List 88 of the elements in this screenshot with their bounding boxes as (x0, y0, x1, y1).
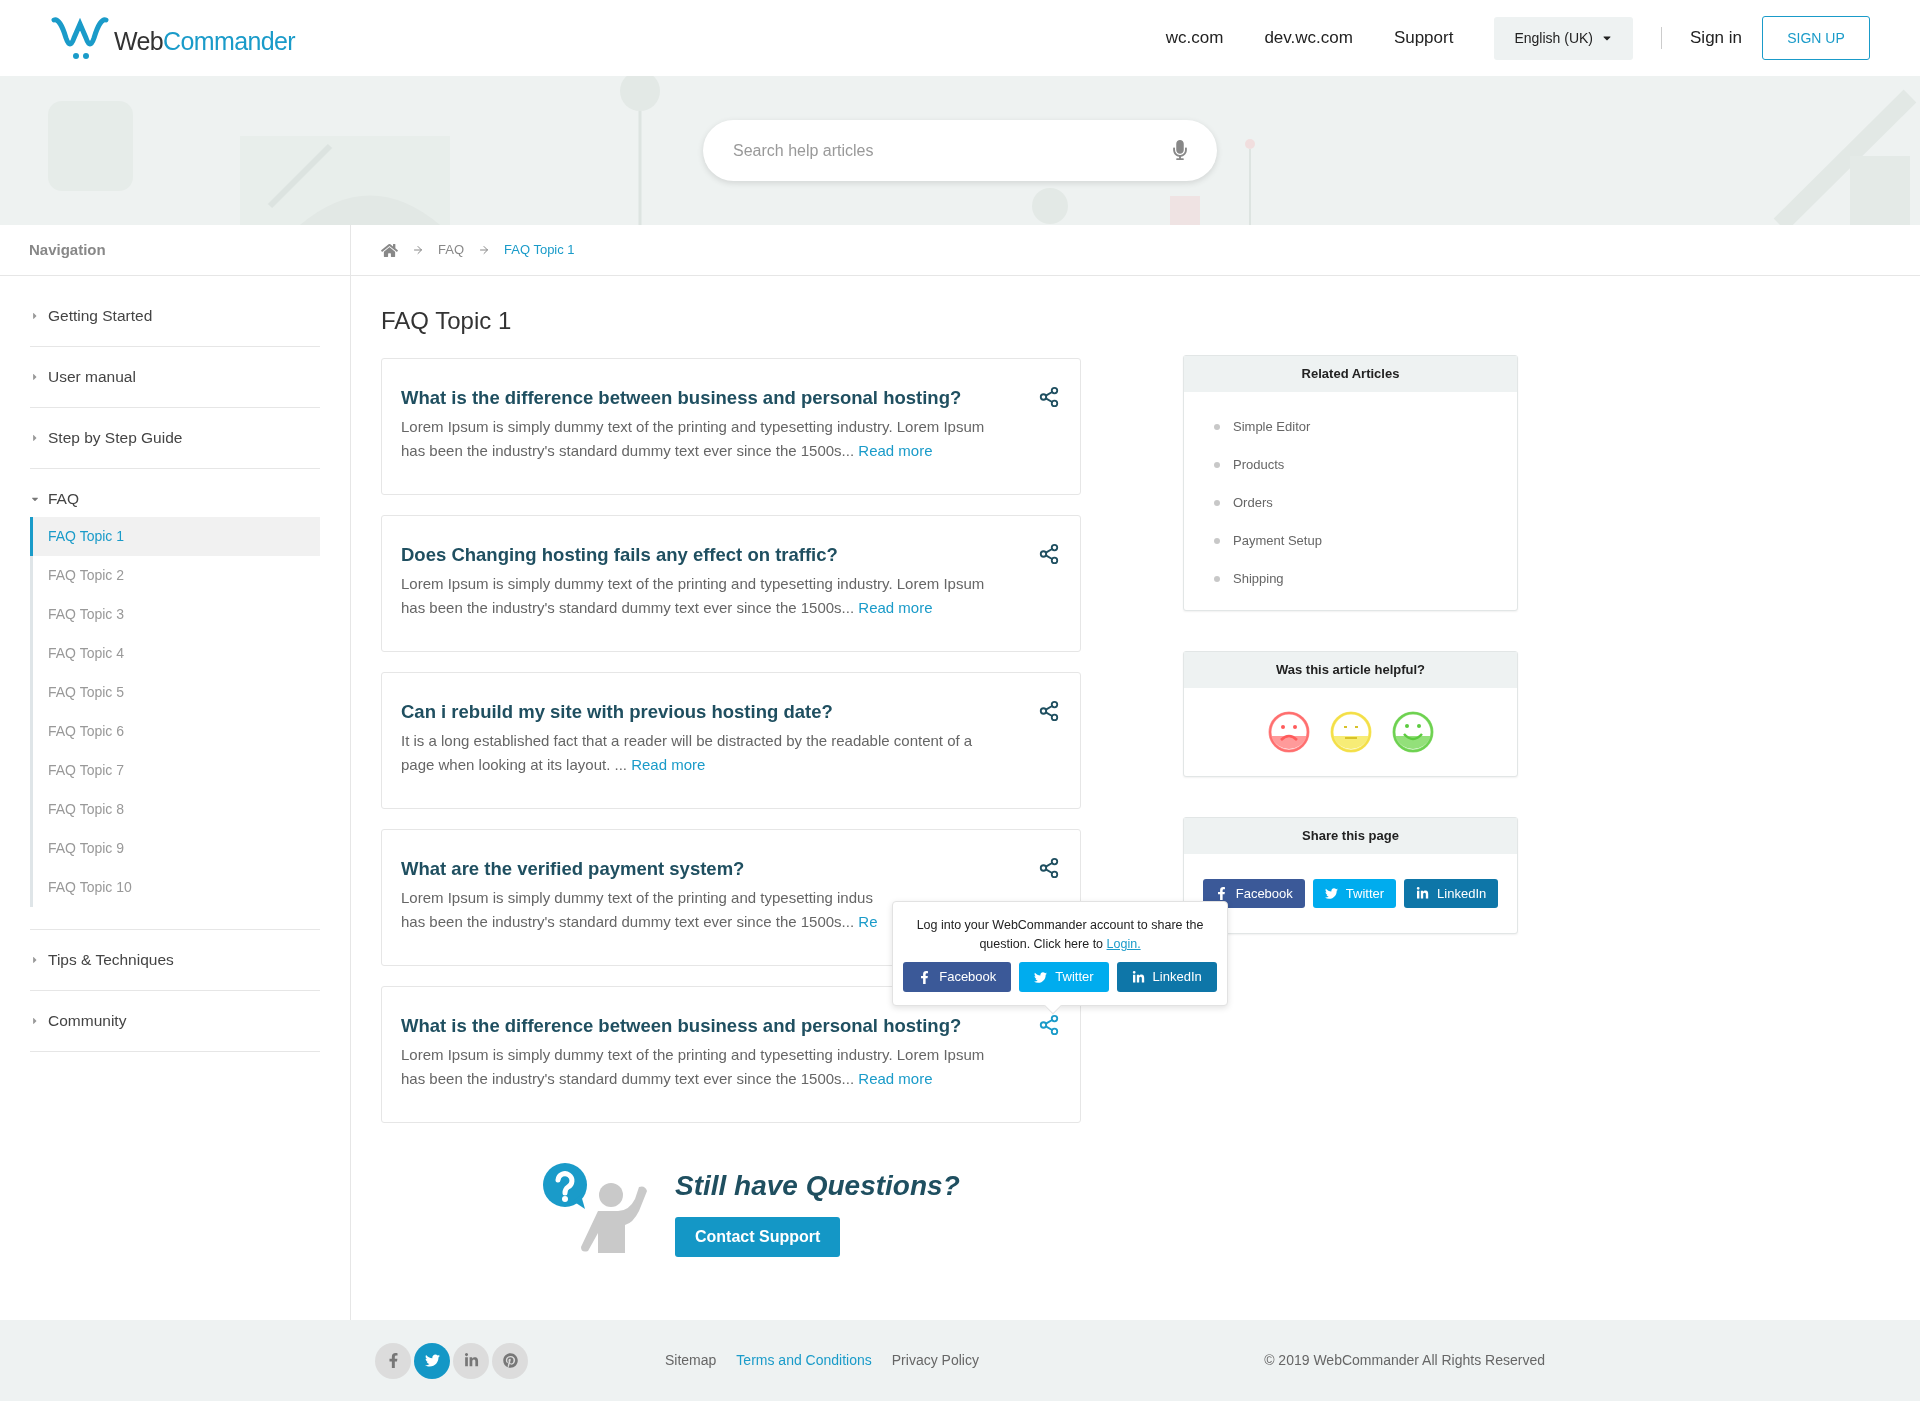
question-excerpt: It is a long established fact that a reader will be distracted by the readable content of a page when looking at its layout. ... Read more (401, 731, 974, 775)
arrow-right-icon (412, 244, 424, 256)
card-title: Related Articles (1301, 365, 1400, 384)
navigation-heading: Navigation (29, 239, 106, 260)
bullet-icon (1214, 424, 1220, 430)
copyright-text: © 2019 WebCommander All Rights Reserved (1264, 1351, 1545, 1370)
nav-section-item[interactable]: Getting Started (30, 286, 320, 346)
card-title: Share this page (1302, 827, 1399, 846)
logo-icon (50, 16, 110, 60)
read-more-link[interactable]: Read more (858, 1070, 933, 1087)
search-field[interactable]: Search help articles (703, 120, 1217, 181)
pinterest-icon (502, 1353, 518, 1368)
twitter-icon (1324, 887, 1338, 900)
nav-section-item[interactable]: Step by Step Guide (30, 408, 320, 468)
twitter-icon (424, 1353, 440, 1368)
nav-topic-item[interactable]: FAQ Topic 5 (30, 673, 320, 712)
related-article-link[interactable]: Shipping (1233, 569, 1284, 589)
nav-link[interactable]: Support (1393, 25, 1454, 51)
read-more-link[interactable]: Read more (631, 756, 706, 773)
bullet-icon (1214, 500, 1220, 506)
breadcrumb-link[interactable]: FAQ Topic 1 (504, 240, 575, 260)
nav-section-item[interactable]: Tips & Techniques (30, 930, 320, 990)
nav-link[interactable]: wc.com (1165, 25, 1224, 51)
nav-topic-item[interactable]: FAQ Topic 7 (30, 751, 320, 790)
nav-topic-item[interactable]: FAQ Topic 3 (30, 595, 320, 634)
linkedin-link[interactable] (453, 1342, 489, 1379)
microphone-icon[interactable] (1173, 140, 1187, 160)
linkedin-share-button[interactable]: LinkedIn (1404, 879, 1499, 908)
question-excerpt: Lorem Ipsum is simply dummy text of the printing and typesetting industry. Lorem Ipsum has been the industry's standard dummy text ever since the 1500s... Read more (401, 574, 986, 618)
related-article-link[interactable]: Simple Editor (1233, 417, 1311, 437)
bullet-icon (1214, 462, 1220, 468)
related-article-link[interactable]: Payment Setup (1233, 531, 1322, 551)
question-title[interactable]: Can i rebuild my site with previous hosting date? (401, 700, 833, 724)
question-title[interactable]: What is the difference between business and personal hosting? (401, 1014, 962, 1038)
breadcrumb-link[interactable]: FAQ (438, 240, 464, 260)
nav-topic-item[interactable]: FAQ Topic 6 (30, 712, 320, 751)
sign-in-link[interactable]: Sign in (1690, 25, 1742, 51)
nav-topic-item[interactable]: FAQ Topic 1 (30, 517, 320, 556)
page-title: FAQ Topic 1 (381, 306, 513, 336)
share-icon[interactable] (1038, 386, 1060, 408)
contact-support-button[interactable]: Contact Support (675, 1217, 841, 1257)
arrow-right-icon (478, 244, 490, 256)
nav-topic-item[interactable]: FAQ Topic 4 (30, 634, 320, 673)
home-icon[interactable] (381, 242, 398, 258)
nav-topic-item[interactable]: FAQ Topic 9 (30, 829, 320, 868)
happy-face-icon[interactable] (1391, 711, 1434, 753)
question-excerpt: Lorem Ipsum is simply dummy text of the printing and typesetting industry. Lorem Ipsum has been the industry's standard dummy text ever since the 1500s... Read more (401, 417, 986, 461)
login-link[interactable]: Login. (1106, 937, 1141, 951)
question-title[interactable]: What are the verified payment system? (401, 857, 745, 881)
share-icon[interactable] (1038, 700, 1060, 722)
linkedin-icon (463, 1353, 479, 1368)
still-have-questions-heading: Still have Questions? (675, 1169, 960, 1203)
footer-link[interactable]: Terms and Conditions (736, 1350, 872, 1371)
question-excerpt: Lorem Ipsum is simply dummy text of the printing and typesetting industry. Lorem Ipsum has been the industry's standard dummy text ever since the 1500s... Read more (401, 1045, 986, 1089)
logo-wordmark: WebCommander (114, 26, 295, 58)
share-icon[interactable] (1038, 543, 1060, 565)
language-dropdown[interactable]: English (UK) (1494, 16, 1633, 60)
read-more-link[interactable]: Read more (858, 442, 933, 459)
read-more-link[interactable]: Re (858, 913, 878, 930)
facebook-share-button[interactable]: Facebook (1202, 879, 1305, 908)
nav-section-item[interactable]: Community (30, 991, 320, 1051)
facebook-share-button[interactable]: Facebook (903, 962, 1012, 992)
footer-link[interactable]: Sitemap (665, 1350, 717, 1371)
linkedin-icon (1416, 887, 1430, 900)
nav-topic-item[interactable]: FAQ Topic 8 (30, 790, 320, 829)
nav-link[interactable]: dev.wc.com (1264, 25, 1353, 51)
sign-up-button[interactable]: SIGN UP (1762, 16, 1870, 60)
related-article-link[interactable]: Orders (1233, 493, 1273, 513)
share-login-message: Log into your WebCommander account to share the question. Click here to Login. (915, 917, 1205, 953)
twitter-icon (1034, 970, 1048, 984)
nav-section-item[interactable]: User manual (30, 347, 320, 407)
linkedin-icon (1131, 970, 1145, 984)
nav-topic-item[interactable]: FAQ Topic 10 (30, 868, 320, 907)
linkedin-share-button[interactable]: LinkedIn (1116, 962, 1217, 992)
question-title[interactable]: What is the difference between business and personal hosting? (401, 386, 962, 410)
read-more-link[interactable]: Read more (858, 599, 933, 616)
footer-link[interactable]: Privacy Policy (891, 1350, 979, 1371)
pinterest-link[interactable] (492, 1342, 528, 1379)
share-icon[interactable] (1038, 857, 1060, 879)
card-title: Was this article helpful? (1275, 661, 1425, 680)
bullet-icon (1214, 538, 1220, 544)
nav-topic-item[interactable]: FAQ Topic 2 (30, 556, 320, 595)
question-title[interactable]: Does Changing hosting fails any effect on traffic? (401, 543, 838, 567)
sad-face-icon[interactable] (1267, 711, 1310, 753)
twitter-link[interactable] (414, 1342, 450, 1379)
bullet-icon (1214, 576, 1220, 582)
related-article-link[interactable]: Products (1233, 455, 1285, 475)
facebook-link[interactable] (375, 1342, 411, 1379)
